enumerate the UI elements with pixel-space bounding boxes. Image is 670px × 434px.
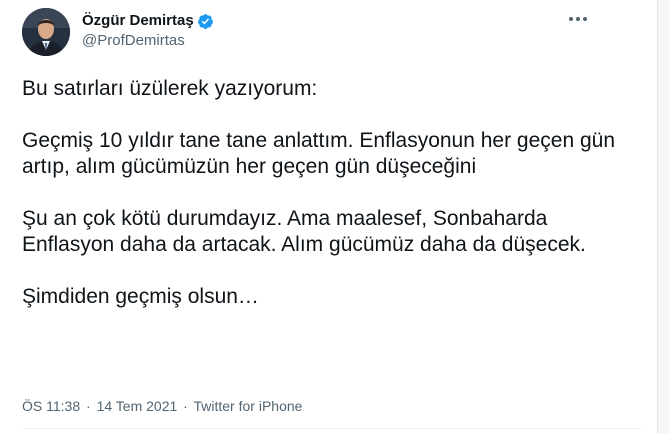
tweet-meta: ÖS 11:38 · 14 Tem 2021 · Twitter for iPh… [22,397,302,415]
tweet-paragraph: Bu satırları üzülerek yazıyorum: [22,77,318,100]
display-name[interactable]: Özgür Demirtaş [82,11,194,31]
verified-badge-icon [197,13,214,30]
avatar[interactable] [22,8,70,56]
profile-photo [22,8,70,56]
meta-separator: · [86,398,91,414]
more-options-icon[interactable] [566,12,590,26]
tweet-time[interactable]: ÖS 11:38 [22,398,80,414]
divider [22,428,642,429]
author-name-row[interactable]: Özgür Demirtaş [82,11,214,31]
tweet-paragraph: Geçmiş 10 yıldır tane tane anlattım. Enf… [22,129,616,178]
tweet-paragraph: Şimdiden geçmiş olsun… [22,285,259,308]
author-handle[interactable]: @ProfDemirtas [82,32,185,50]
meta-separator: · [183,398,188,414]
tweet-text: Bu satırları üzülerek yazıyorum: Geçmiş … [22,76,642,310]
tweet-paragraph: Şu an çok kötü durumdayız. Ama maalesef,… [22,207,586,256]
tweet: Özgür Demirtaş @ProfDemirtas Bu satırlar… [0,0,658,434]
tweet-source[interactable]: Twitter for iPhone [193,398,302,414]
scrollbar[interactable] [657,0,670,434]
tweet-date[interactable]: 14 Tem 2021 [97,398,178,414]
